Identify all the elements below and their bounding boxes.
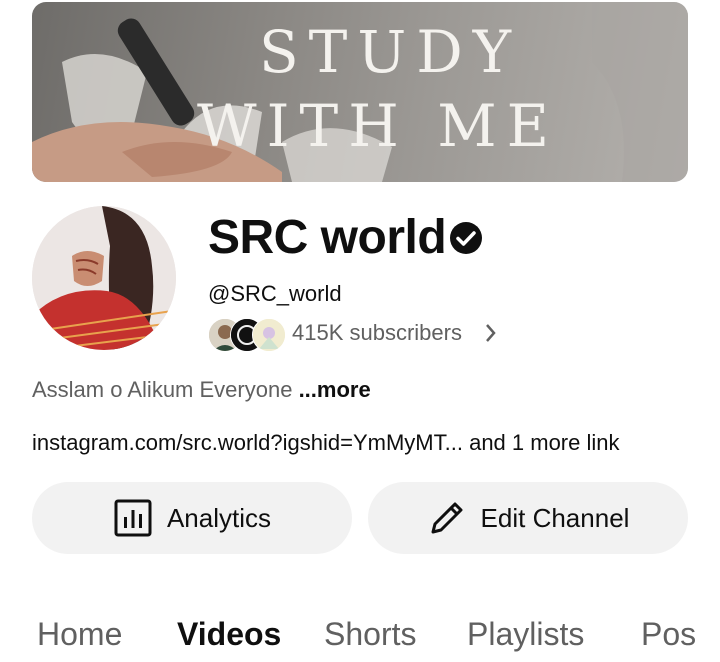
analytics-label: Analytics xyxy=(166,502,272,533)
subscriber-avatars xyxy=(208,318,288,352)
channel-avatar[interactable] xyxy=(32,206,176,350)
channel-links[interactable]: instagram.com/src.world?igshid=YmMyMT...… xyxy=(32,430,620,456)
tab-videos[interactable]: Videos xyxy=(177,616,281,653)
tab-playlists[interactable]: Playlists xyxy=(467,616,584,653)
bar-chart-icon xyxy=(114,499,152,537)
description-text: Asslam o Alikum Everyone xyxy=(32,377,293,402)
subscriber-count: 415K subscribers xyxy=(292,320,462,345)
tab-home[interactable]: Home xyxy=(37,616,122,653)
avatar-image xyxy=(32,206,176,350)
verified-check-icon xyxy=(450,222,482,254)
description-more-link[interactable]: ...more xyxy=(299,377,371,402)
subscriber-avatar xyxy=(252,318,286,352)
banner-title-line1: STUDY xyxy=(258,18,522,86)
tab-posts[interactable]: Pos xyxy=(641,616,696,653)
instagram-link[interactable]: instagram.com/src.world?igshid=YmMyMT... xyxy=(32,430,463,455)
edit-channel-label: Edit Channel xyxy=(480,502,630,533)
chevron-right-icon[interactable] xyxy=(484,322,498,350)
channel-handle: @SRC_world xyxy=(208,281,342,306)
banner-title-line2: WITH ME xyxy=(197,92,559,160)
analytics-button[interactable]: Analytics xyxy=(32,482,352,554)
more-links[interactable]: and 1 more link xyxy=(469,430,619,455)
channel-banner[interactable]: STUDY WITH ME xyxy=(32,2,688,182)
tab-shorts[interactable]: Shorts xyxy=(324,616,416,653)
channel-tabs: Home Videos Shorts Playlists Pos xyxy=(0,614,720,662)
channel-description[interactable]: Asslam o Alikum Everyone ...more xyxy=(32,377,371,403)
edit-channel-button[interactable]: Edit Channel xyxy=(368,482,688,554)
channel-name: SRC world xyxy=(208,211,447,264)
pencil-icon xyxy=(431,502,463,534)
